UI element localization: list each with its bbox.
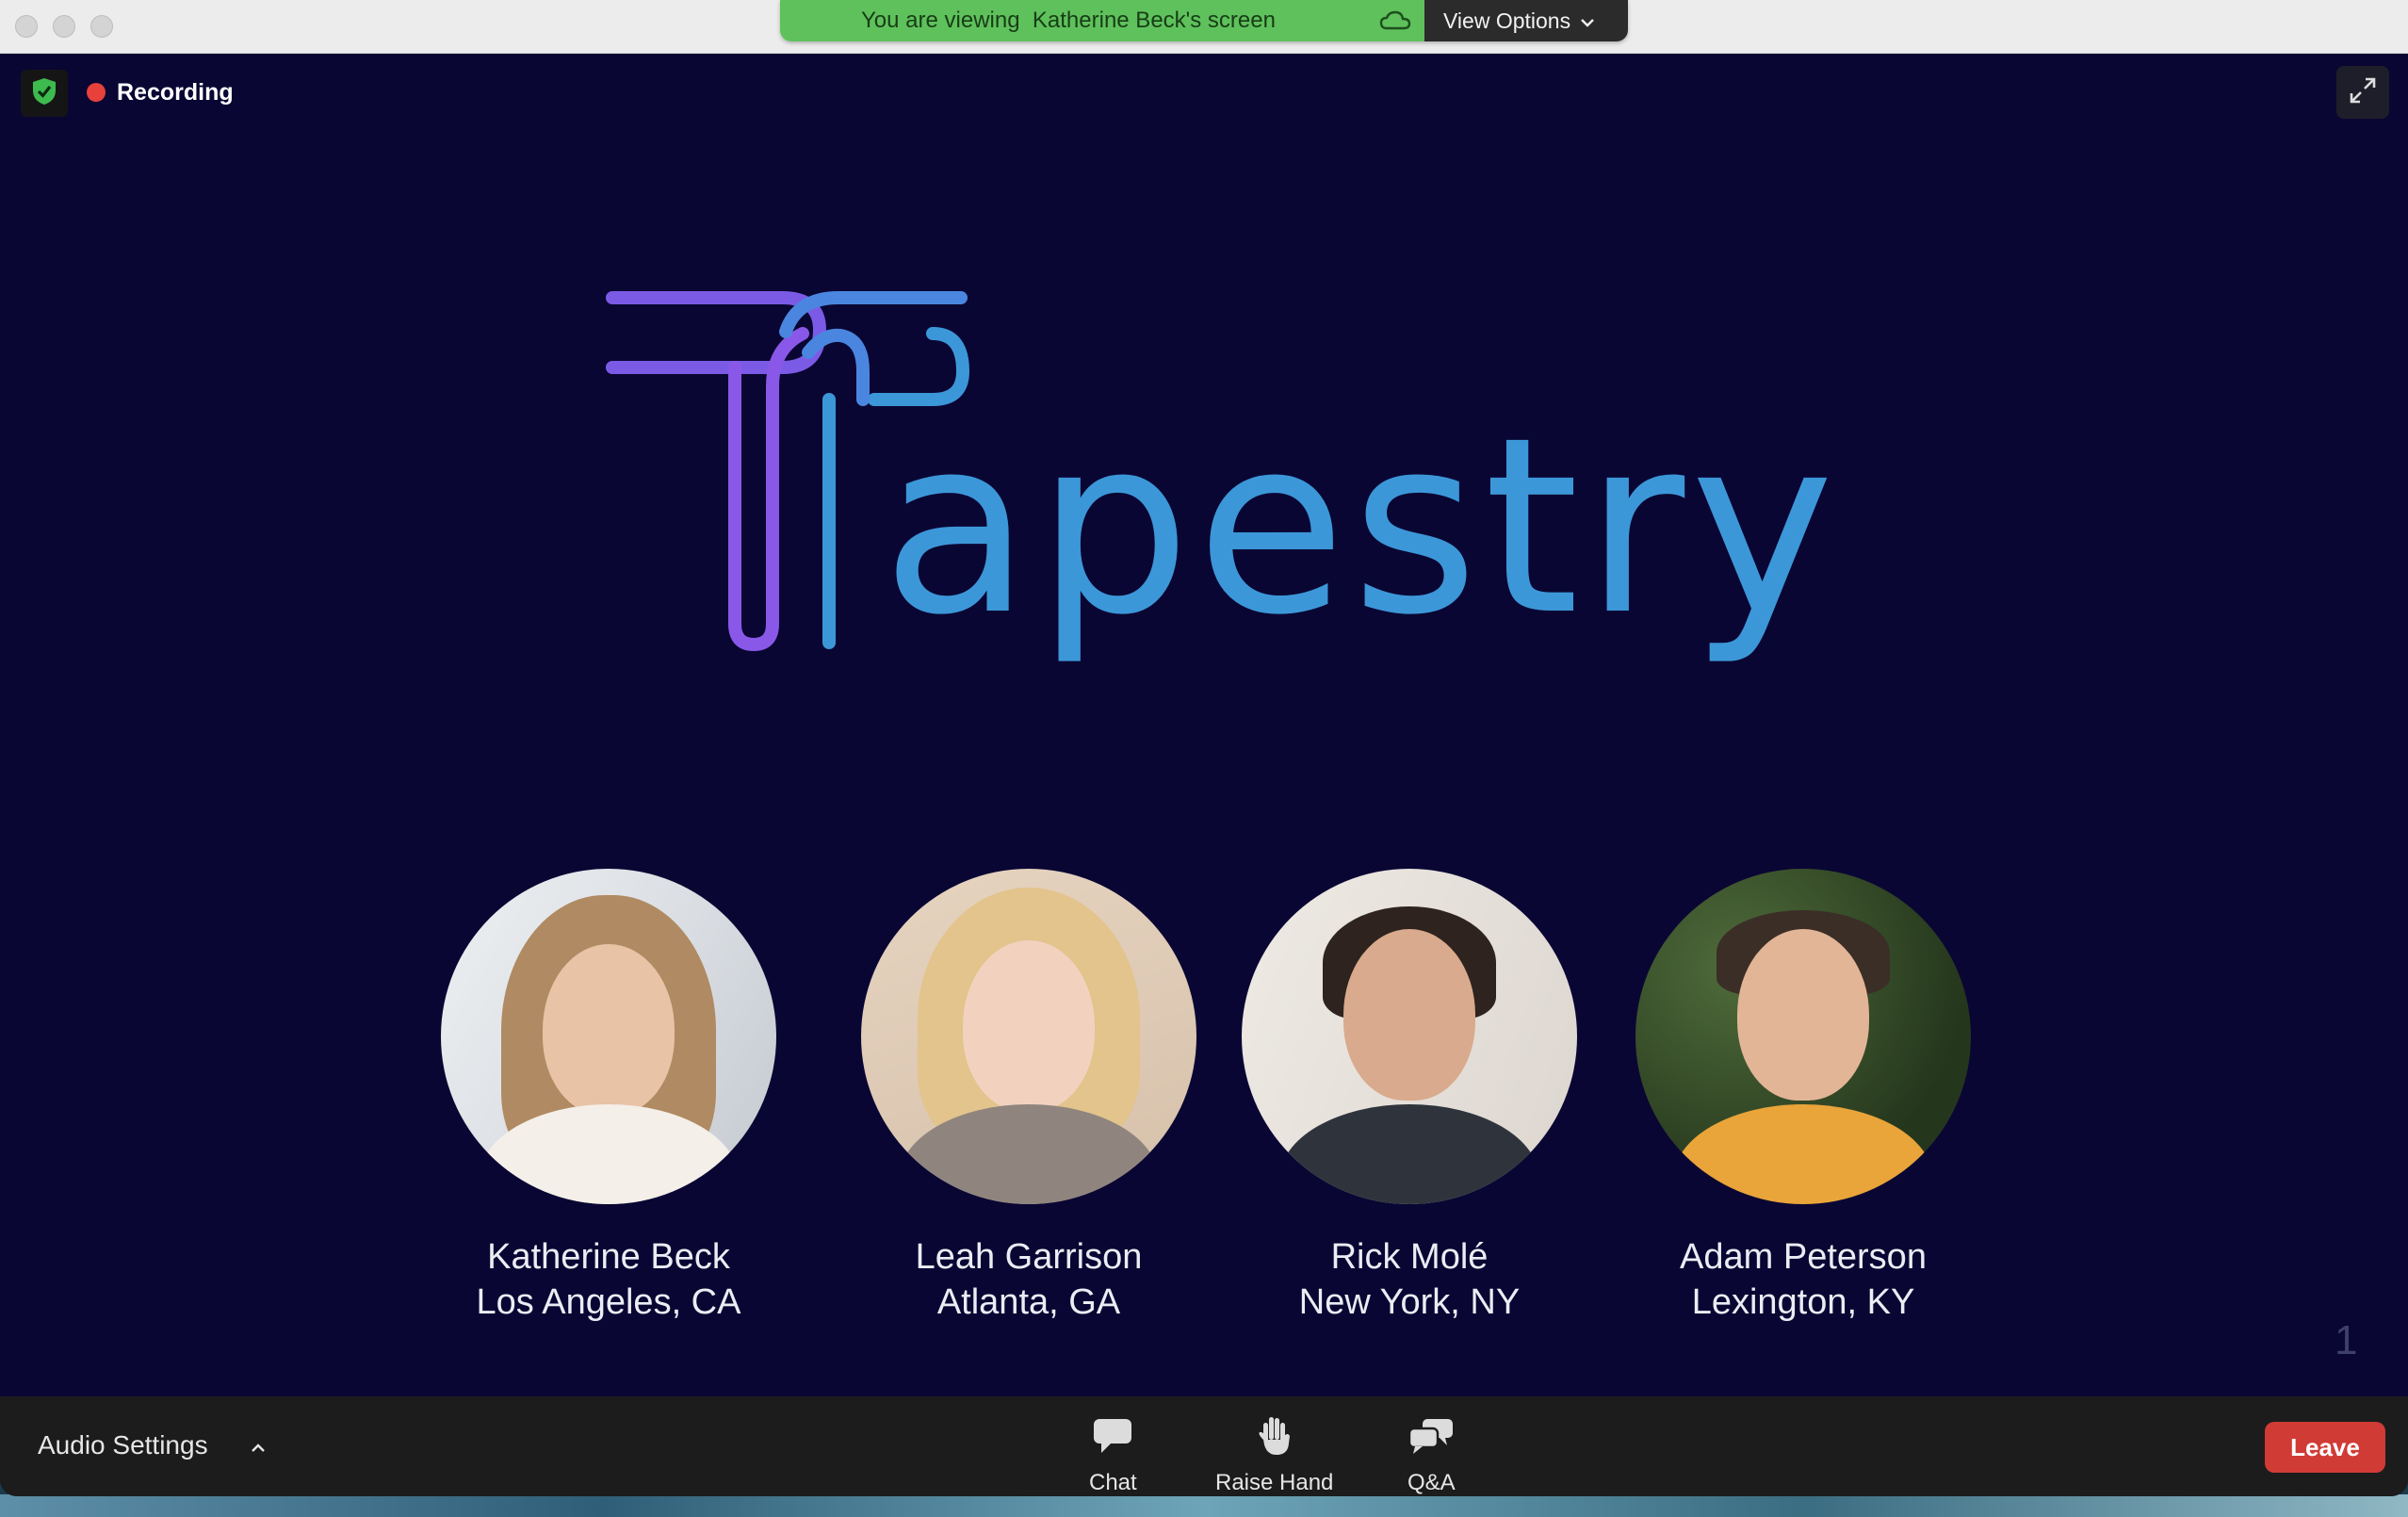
chat-button[interactable]: Chat bbox=[1089, 1413, 1137, 1496]
chat-icon bbox=[1092, 1413, 1133, 1459]
raise-hand-icon bbox=[1256, 1413, 1293, 1459]
fullscreen-button[interactable] bbox=[2336, 66, 2389, 119]
team-member-card: Adam Peterson Lexington, KY bbox=[1586, 869, 2020, 1325]
team-member-card: Katherine Beck Los Angeles, CA bbox=[392, 869, 825, 1325]
team-member-card: Rick Molé New York, NY bbox=[1193, 869, 1626, 1325]
meeting-toolbar: Audio Settings Chat Raise Hand Q&A Leave bbox=[0, 1396, 2408, 1496]
cloud-icon bbox=[1379, 9, 1411, 39]
close-window-button[interactable] bbox=[15, 15, 38, 38]
team-member-name: Adam Peterson bbox=[1680, 1237, 1927, 1277]
team-member-card: Leah Garrison Atlanta, GA bbox=[812, 869, 1245, 1325]
raise-hand-button[interactable]: Raise Hand bbox=[1215, 1413, 1333, 1496]
leave-button[interactable]: Leave bbox=[2265, 1422, 2385, 1473]
minimize-window-button[interactable] bbox=[53, 15, 75, 38]
view-options-button[interactable]: View Options bbox=[1424, 0, 1628, 41]
qa-icon bbox=[1407, 1413, 1455, 1459]
expand-icon bbox=[2348, 75, 2378, 110]
recording-indicator: Recording bbox=[87, 75, 234, 109]
screen-share-banner: You are viewing Katherine Beck's screen … bbox=[780, 0, 1628, 41]
team-member-name: Leah Garrison bbox=[915, 1237, 1143, 1277]
team-member-location: Lexington, KY bbox=[1691, 1282, 1915, 1322]
tapestry-wordmark: apestry bbox=[882, 385, 1840, 668]
team-member-photo bbox=[1635, 869, 1971, 1204]
shield-check-icon bbox=[30, 76, 58, 111]
team-member-location: Los Angeles, CA bbox=[476, 1282, 741, 1322]
audio-settings-button[interactable]: Audio Settings bbox=[38, 1430, 267, 1460]
viewing-text: You are viewing Katherine Beck's screen bbox=[861, 8, 1276, 33]
chevron-down-icon bbox=[1570, 8, 1595, 34]
qa-label: Q&A bbox=[1407, 1470, 1456, 1495]
team-member-name: Rick Molé bbox=[1330, 1237, 1489, 1277]
audio-settings-label: Audio Settings bbox=[38, 1430, 208, 1460]
meeting-security-button[interactable] bbox=[21, 70, 68, 117]
qa-button[interactable]: Q&A bbox=[1407, 1413, 1456, 1496]
team-member-photo bbox=[441, 869, 776, 1204]
recording-label: Recording bbox=[117, 78, 234, 106]
raise-hand-label: Raise Hand bbox=[1215, 1470, 1334, 1495]
team-member-location: New York, NY bbox=[1298, 1282, 1521, 1322]
zoom-meeting-window: You are viewing Katherine Beck's screen … bbox=[0, 0, 2408, 1496]
viewing-indicator: You are viewing Katherine Beck's screen bbox=[780, 0, 1424, 41]
team-member-name: Katherine Beck bbox=[487, 1237, 730, 1277]
chevron-up-icon[interactable] bbox=[250, 1430, 267, 1460]
zoom-window-button[interactable] bbox=[90, 15, 113, 38]
chat-label: Chat bbox=[1089, 1470, 1137, 1495]
team-member-photo bbox=[861, 869, 1196, 1204]
team-member-photo bbox=[1242, 869, 1577, 1204]
desktop-background bbox=[0, 1494, 2408, 1517]
team-member-location: Atlanta, GA bbox=[936, 1282, 1121, 1322]
view-options-label: View Options bbox=[1443, 8, 1571, 33]
recording-dot-icon bbox=[87, 83, 106, 102]
slide-page-number: 1 bbox=[2335, 1317, 2358, 1363]
